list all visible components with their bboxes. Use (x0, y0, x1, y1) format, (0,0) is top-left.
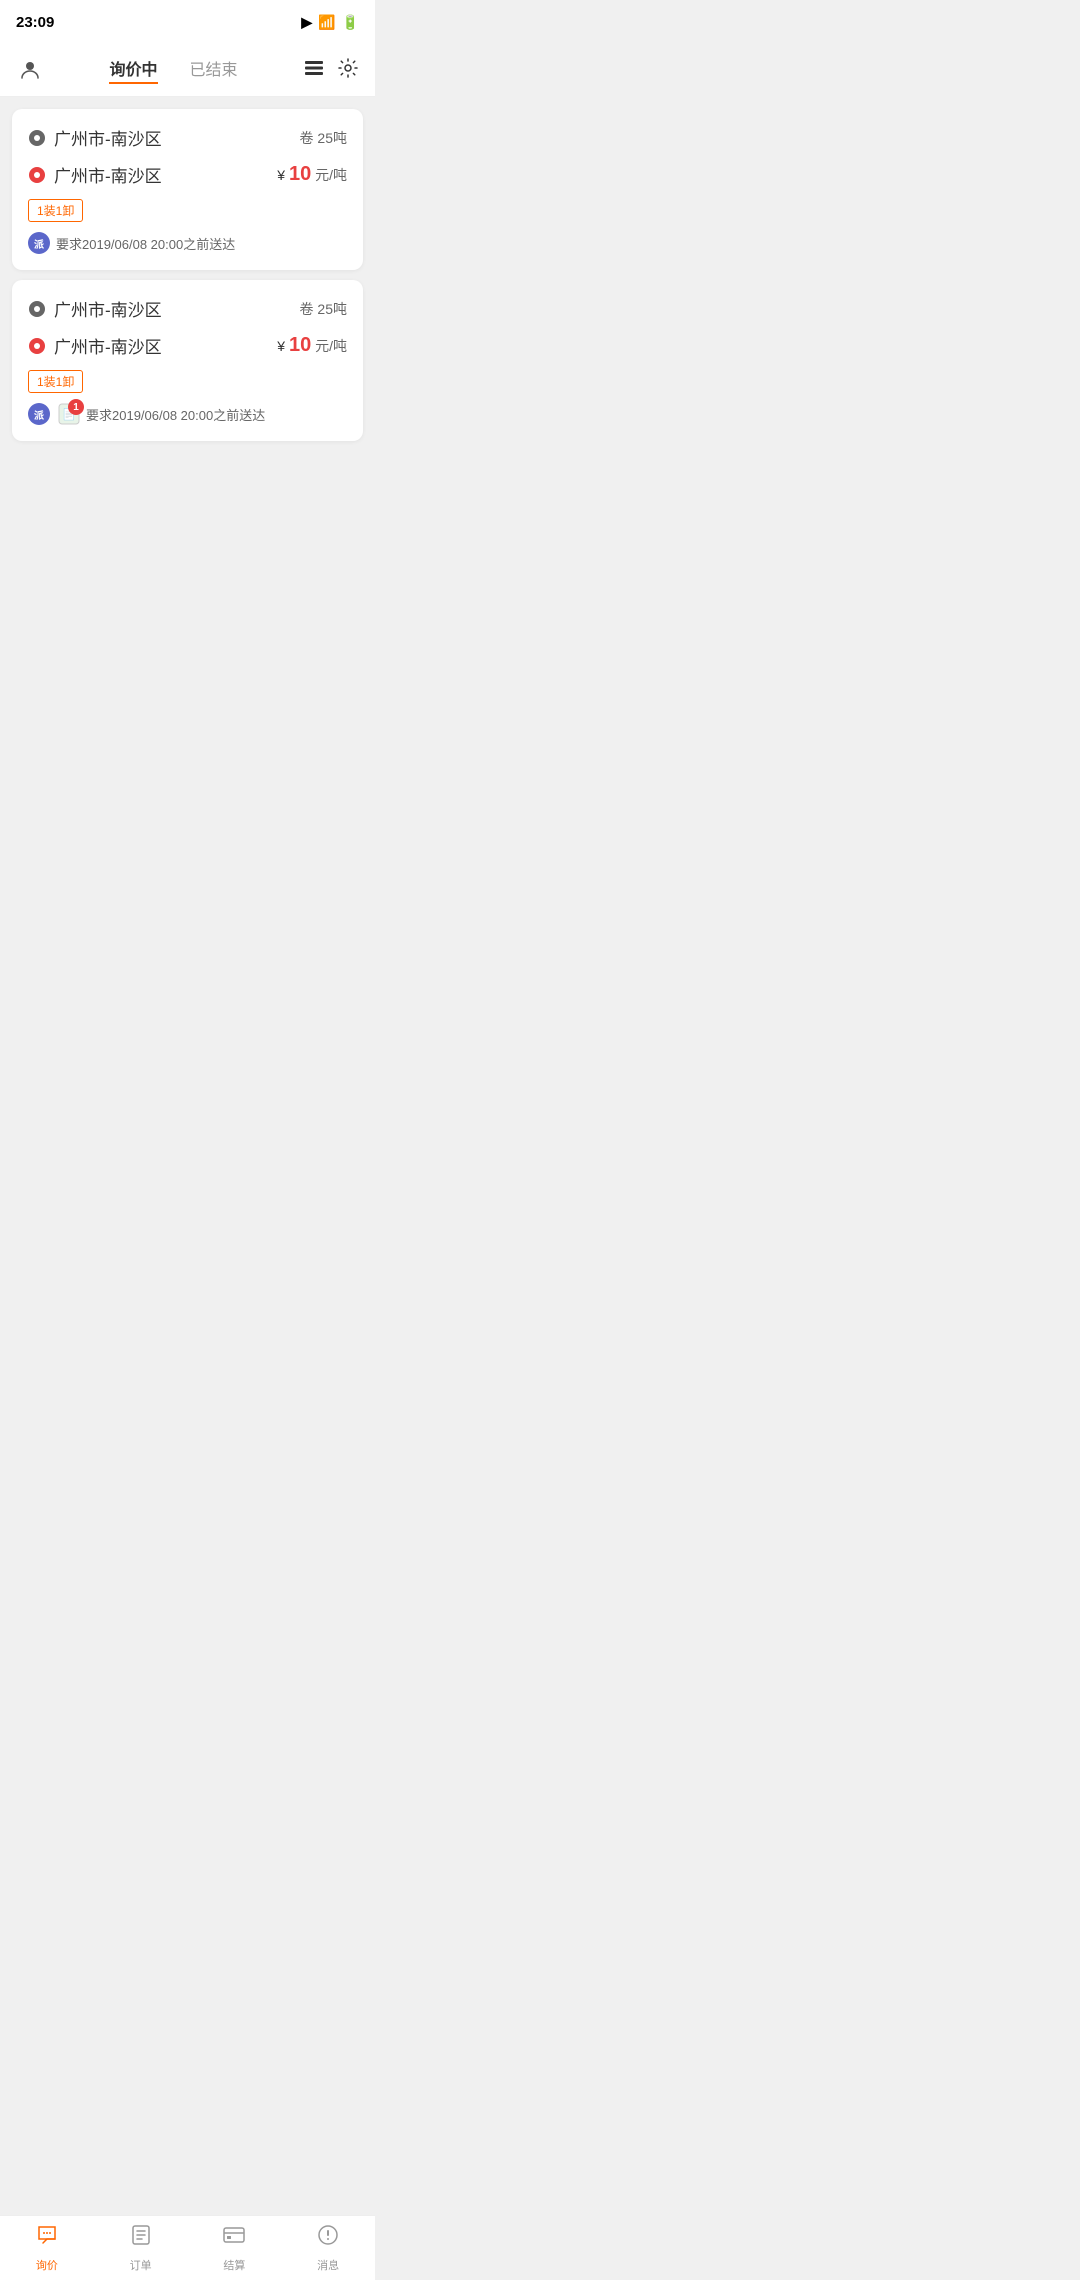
tag-2: 1装1卸 (28, 370, 83, 393)
bottom-nav-inquiry[interactable]: 询价 (0, 2216, 94, 2280)
content: 广州市-南沙区 卷 25吨 广州市-南沙区 ¥ 10 元/吨 1装1卸 (0, 97, 375, 521)
to-pin-icon-1 (28, 166, 46, 184)
from-city-1: 广州市-南沙区 (54, 125, 162, 150)
status-icons: ▶ 📶 🔋 (301, 14, 359, 31)
messages-nav-label: 消息 (317, 2257, 339, 2273)
bottom-nav-orders[interactable]: 订单 (94, 2216, 188, 2280)
price-display-2: ¥ 10 元/吨 (277, 334, 347, 357)
price-value-2: 10 (289, 334, 311, 356)
inquiry-card-2[interactable]: 广州市-南沙区 卷 25吨 广州市-南沙区 ¥ 10 元/吨 1装1卸 (12, 280, 363, 441)
pai-icon-2: 派 (28, 403, 50, 425)
bottom-nav-settlement[interactable]: 结算 (188, 2216, 282, 2280)
tab-ended[interactable]: 已结束 (190, 56, 238, 84)
pai-icon-1: 派 (28, 232, 50, 254)
to-row-1: 广州市-南沙区 ¥ 10 元/吨 (28, 162, 347, 187)
from-row-1: 广州市-南沙区 卷 25吨 (28, 125, 347, 150)
delivery-row-2: 派 📄 1 要求2019/06/08 20:00之前送达 (28, 403, 347, 425)
tag-row-2: 1装1卸 (28, 370, 347, 393)
from-pin-icon-2 (28, 300, 46, 318)
delivery-row-1: 派 要求2019/06/08 20:00之前送达 (28, 232, 347, 254)
inquiry-card-1[interactable]: 广州市-南沙区 卷 25吨 广州市-南沙区 ¥ 10 元/吨 1装1卸 (12, 109, 363, 270)
price-display-1: ¥ 10 元/吨 (277, 163, 347, 186)
nav-right-icons (303, 57, 359, 84)
price-value-1: 10 (289, 163, 311, 185)
top-nav: 询价中 已结束 (0, 44, 375, 97)
from-row-2: 广州市-南沙区 卷 25吨 (28, 296, 347, 321)
orders-nav-icon (129, 2223, 153, 2253)
to-pin-icon-2 (28, 337, 46, 355)
price-unit-1: 元/吨 (315, 167, 347, 183)
delivery-text-2: 要求2019/06/08 20:00之前送达 (86, 405, 265, 424)
tag-row-1: 1装1卸 (28, 199, 347, 222)
play-icon: ▶ (301, 14, 312, 31)
from-city-2: 广州市-南沙区 (54, 296, 162, 321)
user-icon[interactable] (16, 56, 44, 84)
tab-inquiring[interactable]: 询价中 (109, 56, 157, 84)
settlement-nav-icon (222, 2223, 246, 2253)
from-right-1: 卷 25吨 (300, 128, 347, 148)
orders-nav-label: 订单 (130, 2257, 152, 2273)
to-row-2: 广州市-南沙区 ¥ 10 元/吨 (28, 333, 347, 358)
price-unit-2: 元/吨 (315, 338, 347, 354)
bottom-nav: 询价 订单 结算 (0, 2215, 375, 2280)
signal-icon: 📶 (318, 14, 335, 31)
bid-icon-2: 📄 1 (58, 403, 80, 425)
battery-icon: 🔋 (342, 14, 359, 31)
nav-tabs: 询价中 已结束 (52, 56, 295, 84)
delivery-text-1: 要求2019/06/08 20:00之前送达 (56, 234, 235, 253)
from-pin-icon-1 (28, 129, 46, 147)
messages-nav-icon (316, 2223, 340, 2253)
to-city-2: 广州市-南沙区 (54, 333, 162, 358)
to-city-1: 广州市-南沙区 (54, 162, 162, 187)
inquiry-nav-label: 询价 (36, 2257, 58, 2273)
settings-icon[interactable] (337, 57, 359, 84)
badge-1: 1 (68, 399, 84, 415)
status-time: 23:09 (16, 14, 54, 31)
status-bar: 23:09 ▶ 📶 🔋 (0, 0, 375, 44)
inquiry-nav-icon (35, 2223, 59, 2253)
settlement-nav-label: 结算 (223, 2257, 245, 2273)
tag-1: 1装1卸 (28, 199, 83, 222)
bottom-nav-messages[interactable]: 消息 (281, 2216, 375, 2280)
layers-icon[interactable] (303, 57, 325, 84)
from-right-2: 卷 25吨 (300, 299, 347, 319)
